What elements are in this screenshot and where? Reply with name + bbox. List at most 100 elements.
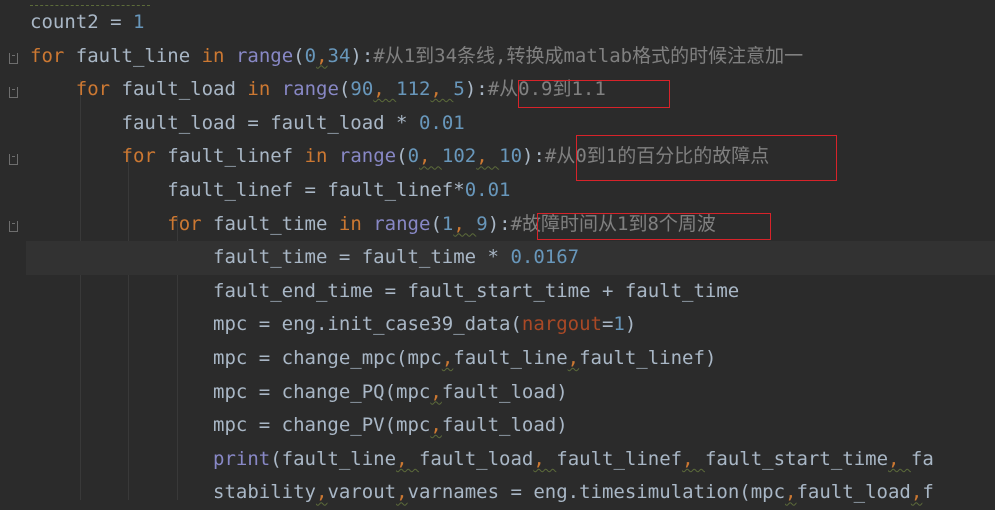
code-token: ( bbox=[430, 212, 442, 235]
code-token: fa bbox=[910, 447, 934, 470]
fold-icon[interactable] bbox=[9, 221, 18, 232]
code-token: 90 bbox=[350, 78, 374, 101]
code-line[interactable]: for fault_line in range(0,34):#从1到34条线,转… bbox=[30, 40, 803, 74]
fold-icon[interactable] bbox=[9, 87, 18, 98]
code-token: ( bbox=[293, 44, 305, 67]
code-token: , bbox=[373, 78, 397, 101]
code-token: mpc = change_PQ(mpc bbox=[30, 380, 431, 403]
code-token: ): bbox=[522, 145, 545, 168]
code-token: = bbox=[98, 11, 133, 33]
code-token: 1 bbox=[132, 11, 145, 33]
code-line[interactable]: mpc = change_PQ(mpc,fault_load) bbox=[30, 376, 568, 410]
code-token: f bbox=[922, 481, 934, 504]
code-line[interactable]: count2 = 1 bbox=[30, 6, 144, 40]
code-token: , bbox=[910, 481, 923, 504]
code-token: in bbox=[338, 212, 362, 235]
code-token: in bbox=[201, 44, 225, 67]
code-token: print bbox=[213, 447, 271, 470]
code-line[interactable]: fault_load = fault_load * 0.01 bbox=[30, 107, 465, 141]
code-editor[interactable]: count2 = 1 for fault_line in range(0,34):… bbox=[0, 0, 995, 510]
code-token: 1 bbox=[441, 212, 454, 235]
code-token: fault_start_time bbox=[704, 447, 889, 470]
code-line[interactable]: print(fault_line, fault_load, fault_line… bbox=[30, 443, 934, 477]
code-token: ( bbox=[338, 78, 351, 101]
code-token: fault_end_time = fault_start_time + faul… bbox=[30, 279, 740, 302]
code-token: , bbox=[316, 44, 328, 67]
code-line[interactable]: stability,varout,varnames = eng.timesimu… bbox=[30, 476, 934, 510]
code-line[interactable]: fault_linef = fault_linef*0.01 bbox=[30, 174, 510, 208]
code-token: fault_linef = fault_linef* bbox=[30, 179, 465, 201]
code-token: ): bbox=[487, 212, 511, 235]
code-token: ): bbox=[350, 44, 374, 67]
code-line[interactable]: fault_time = fault_time * 0.0167 bbox=[26, 241, 995, 275]
code-token: , bbox=[419, 145, 442, 168]
annotation-box bbox=[537, 213, 771, 240]
code-token: ( bbox=[396, 145, 408, 168]
code-line[interactable]: mpc = change_mpc(mpc,fault_line,fault_li… bbox=[30, 342, 716, 376]
code-token: (fault_line bbox=[270, 447, 397, 470]
code-token: 0 bbox=[304, 44, 317, 67]
code-token: mpc = eng.init_case39_data( bbox=[30, 313, 522, 336]
code-token: 0.01 bbox=[418, 111, 465, 134]
code-token: fault_load bbox=[110, 78, 248, 101]
code-token: for bbox=[167, 212, 202, 235]
code-comment: #从1到34条线,转换成matlab格式的时候注意加一 bbox=[373, 44, 804, 67]
code-token: = bbox=[601, 313, 614, 336]
code-line[interactable]: mpc = eng.init_case39_data(nargout=1) bbox=[30, 308, 636, 342]
code-token: for bbox=[30, 44, 65, 67]
code-token: 0 bbox=[407, 145, 420, 168]
code-token: , bbox=[533, 447, 557, 470]
code-token: stability bbox=[30, 481, 316, 504]
code-token: range bbox=[235, 44, 294, 67]
code-line[interactable]: mpc = change_PV(mpc,fault_load) bbox=[30, 409, 568, 443]
code-token: nargout bbox=[521, 313, 602, 336]
code-token: , bbox=[476, 145, 500, 168]
code-token: , bbox=[888, 447, 911, 470]
fold-icon[interactable] bbox=[9, 53, 18, 64]
code-token: fault_linef) bbox=[579, 347, 717, 369]
code-token: fault_load) bbox=[441, 380, 568, 403]
code-token: , bbox=[396, 481, 408, 504]
code-token: fault_load bbox=[796, 481, 911, 504]
code-token: 1 bbox=[613, 313, 625, 336]
code-token: range bbox=[281, 78, 339, 101]
code-token: 9 bbox=[476, 212, 488, 235]
code-token: fault_load = fault_load * bbox=[30, 111, 419, 134]
annotation-box bbox=[518, 80, 670, 108]
code-token: for bbox=[75, 78, 111, 101]
code-token: count2 bbox=[30, 11, 99, 33]
code-token: , bbox=[315, 481, 328, 504]
code-token: fault_linef bbox=[556, 447, 683, 470]
code-token: mpc = change_mpc(mpc bbox=[30, 347, 442, 369]
code-token: , bbox=[453, 212, 477, 235]
code-token: 0.0167 bbox=[510, 246, 580, 269]
code-token: fault_time = fault_time * bbox=[30, 246, 511, 269]
code-line[interactable]: fault_end_time = fault_start_time + faul… bbox=[30, 275, 739, 309]
code-token: varout bbox=[327, 481, 397, 504]
code-token: fault_line bbox=[453, 347, 568, 369]
editor-gutter bbox=[0, 0, 26, 510]
fold-icon[interactable] bbox=[9, 154, 18, 165]
code-token: , bbox=[682, 447, 705, 470]
annotation-box bbox=[576, 135, 837, 181]
code-token: 0.01 bbox=[464, 179, 511, 201]
code-token: 102 bbox=[441, 145, 477, 168]
code-token: 10 bbox=[499, 145, 523, 168]
code-token: , bbox=[441, 347, 454, 369]
code-token: mpc = change_PV(mpc bbox=[30, 414, 431, 437]
code-token: for bbox=[121, 145, 156, 168]
code-token: 34 bbox=[327, 44, 351, 67]
code-token: fault_linef bbox=[155, 145, 305, 168]
code-token: fault_load bbox=[418, 447, 534, 470]
code-token: 5 bbox=[453, 78, 465, 101]
code-token: fault_time bbox=[201, 212, 339, 235]
code-token: 112 bbox=[396, 78, 431, 101]
code-token: , bbox=[396, 447, 419, 470]
